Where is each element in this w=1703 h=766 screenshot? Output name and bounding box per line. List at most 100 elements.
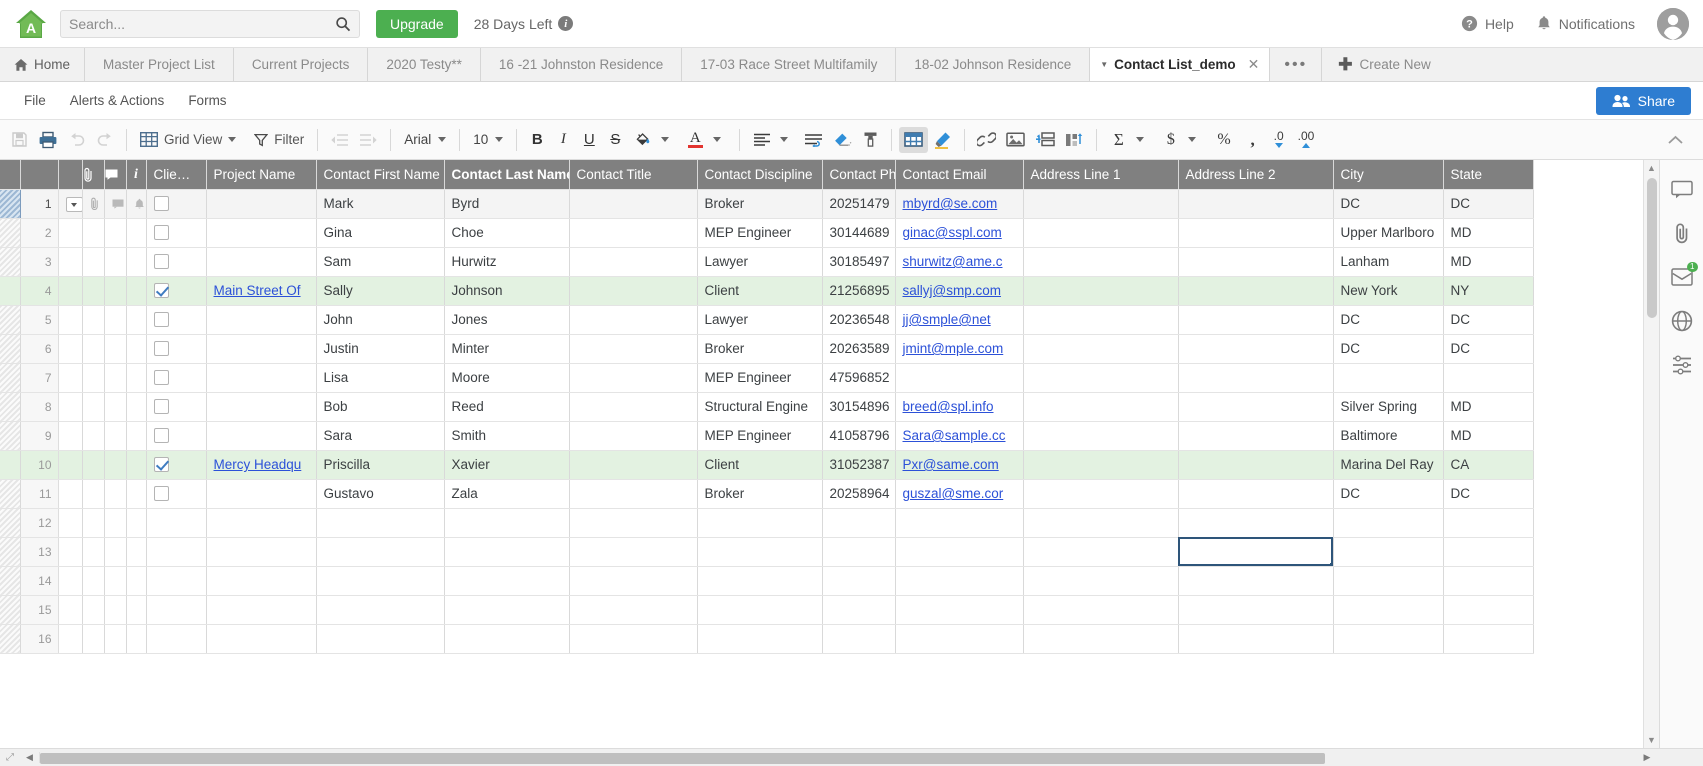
column-header-title[interactable]: Contact Title [569, 160, 698, 190]
cell-city[interactable]: Marina Del Ray [1333, 450, 1444, 480]
column-header-city[interactable]: City [1333, 160, 1444, 190]
cell-state[interactable]: MD [1443, 421, 1534, 451]
cell-phone[interactable] [822, 595, 896, 625]
cell-contact-email[interactable]: mbyrd@se.com [895, 189, 1024, 219]
cell-city[interactable]: Baltimore [1333, 421, 1444, 451]
cell-last[interactable] [444, 566, 570, 596]
cell-contact-email[interactable]: Sara@sample.cc [895, 421, 1024, 451]
cell-phone[interactable] [822, 566, 896, 596]
cell-addr1[interactable] [1023, 218, 1179, 248]
text-color-icon[interactable]: A [680, 127, 706, 153]
row-comment-cell[interactable] [104, 450, 127, 480]
undo-icon[interactable] [63, 127, 91, 153]
client-checkbox-cell[interactable] [146, 276, 207, 306]
grid-scroll-viewport[interactable]: i Clie… Project Name Contact First Name Cont… [0, 160, 1643, 748]
row-handle[interactable] [0, 334, 21, 364]
cell-addr2[interactable] [1178, 508, 1334, 538]
row-comment-cell[interactable] [104, 218, 127, 248]
cell-addr1[interactable] [1023, 189, 1179, 219]
column-header-discipline[interactable]: Contact Discipline [697, 160, 823, 190]
row-comment-cell[interactable] [104, 508, 127, 538]
cell-discipline[interactable] [697, 624, 823, 654]
cell-addr1[interactable] [1023, 479, 1179, 509]
cell-addr1[interactable] [1023, 624, 1179, 654]
cell-discipline[interactable]: MEP Engineer [697, 218, 823, 248]
row-menu-button[interactable] [58, 334, 83, 364]
cell-last[interactable] [444, 595, 570, 625]
cell-last[interactable] [444, 508, 570, 538]
row-reminder-cell[interactable] [126, 363, 147, 393]
cell-city[interactable]: DC [1333, 479, 1444, 509]
client-checkbox-cell[interactable] [146, 334, 207, 364]
email-link[interactable]: sallyj@smp.com [903, 283, 1001, 298]
tab-race-street-multifamily[interactable]: 17-03 Race Street Multifamily [682, 48, 897, 81]
cell-city[interactable]: Silver Spring [1333, 392, 1444, 422]
row-handle[interactable] [0, 189, 21, 219]
cell-first[interactable]: Mark [316, 189, 445, 219]
client-checkbox[interactable] [153, 312, 169, 328]
cell-city[interactable]: DC [1333, 305, 1444, 335]
client-checkbox-cell[interactable] [146, 363, 207, 393]
table-row[interactable]: 4 Main Street Of Sally Johnson Client 2125689… [0, 276, 1534, 306]
table-row[interactable]: 2 Gina Choe MEP Engineer 30144689 ginac@sspl.… [0, 218, 1534, 248]
chevron-down-icon[interactable]: ▼ [1100, 60, 1108, 69]
cell-contact-email[interactable]: shurwitz@ame.c [895, 247, 1024, 277]
email-link[interactable]: breed@spl.info [903, 399, 994, 414]
cell-contact-email[interactable]: breed@spl.info [895, 392, 1024, 422]
chevron-down-icon[interactable] [495, 137, 504, 142]
cell-first[interactable]: Sara [316, 421, 445, 451]
cell-addr2[interactable] [1178, 537, 1334, 567]
home-logo-icon[interactable]: A [14, 7, 48, 41]
email-link[interactable]: guszal@sme.cor [903, 486, 1004, 501]
cell-last[interactable]: Jones [444, 305, 570, 335]
cell-title[interactable] [569, 537, 698, 567]
cell-last[interactable]: Reed [444, 392, 570, 422]
row-info-icon[interactable]: i [126, 160, 147, 190]
cell-state[interactable]: DC [1443, 189, 1534, 219]
text-color-dropdown[interactable] [706, 127, 732, 153]
cell-addr2[interactable] [1178, 624, 1334, 654]
cell-phone[interactable]: 41058796 [822, 421, 896, 451]
font-size-select[interactable]: 10 [467, 132, 509, 147]
row-handle[interactable] [0, 450, 21, 480]
cell-city[interactable]: DC [1333, 189, 1444, 219]
cell-addr2[interactable] [1178, 276, 1334, 306]
cell-city[interactable] [1333, 508, 1444, 538]
cell-addr1[interactable] [1023, 595, 1179, 625]
row-reminder-cell[interactable] [126, 537, 147, 567]
cell-phone[interactable] [822, 508, 896, 538]
menu-alerts-actions[interactable]: Alerts & Actions [58, 93, 177, 108]
row-reminder-cell[interactable] [126, 276, 147, 306]
client-checkbox[interactable] [153, 341, 169, 357]
cell-first[interactable]: Lisa [316, 363, 445, 393]
row-reminder-cell[interactable] [126, 247, 147, 277]
cell-city[interactable] [1333, 566, 1444, 596]
image-icon[interactable] [1001, 127, 1030, 153]
cell-last[interactable] [444, 624, 570, 654]
table-row[interactable]: 8 Bob Reed Structural Engine 30154896 breed@s… [0, 392, 1534, 422]
decrease-decimal-button[interactable]: .0 [1266, 127, 1292, 153]
cell-addr2[interactable] [1178, 218, 1334, 248]
cell-addr2[interactable] [1178, 305, 1334, 335]
client-checkbox[interactable] [153, 486, 169, 502]
paint-bucket-icon[interactable] [628, 127, 654, 153]
create-new-button[interactable]: ✚ Create New [1322, 48, 1447, 81]
row-handle[interactable] [0, 421, 21, 451]
cell-title[interactable] [569, 363, 698, 393]
save-icon[interactable] [6, 127, 33, 153]
cell-state[interactable]: MD [1443, 392, 1534, 422]
row-menu-button[interactable] [58, 363, 83, 393]
client-checkbox[interactable] [153, 254, 169, 270]
cell-city[interactable]: Upper Marlboro [1333, 218, 1444, 248]
cell-addr1[interactable] [1023, 276, 1179, 306]
cell-project-name[interactable] [206, 508, 317, 538]
fill-color-dropdown[interactable] [654, 127, 680, 153]
client-checkbox-cell[interactable] [146, 537, 207, 567]
cell-contact-email[interactable]: sallyj@smp.com [895, 276, 1024, 306]
cell-project-name[interactable] [206, 189, 317, 219]
tab-overflow-button[interactable]: ••• [1270, 48, 1323, 81]
cell-state[interactable]: MD [1443, 247, 1534, 277]
tab-home[interactable]: Home [0, 48, 86, 81]
scroll-right-arrow[interactable]: ▶ [1635, 752, 1659, 763]
underline-button[interactable]: U [576, 127, 602, 153]
